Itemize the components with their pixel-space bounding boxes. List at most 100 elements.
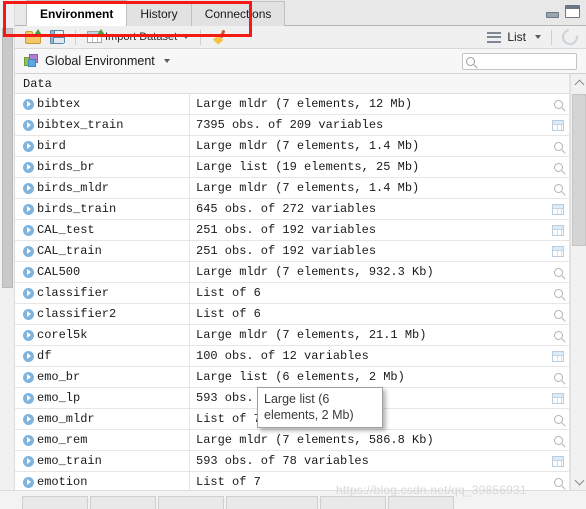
- expand-arrow-icon[interactable]: [23, 161, 34, 173]
- chevron-down-icon: [574, 475, 584, 485]
- table-row[interactable]: CAL500 Large mldr (7 elements, 932.3 Kb): [15, 261, 569, 283]
- expand-arrow-icon[interactable]: [23, 182, 34, 194]
- bottom-tab-5[interactable]: [320, 496, 386, 509]
- load-workspace-button[interactable]: [23, 28, 43, 45]
- inspect-magnifier-icon[interactable]: [553, 309, 563, 319]
- view-table-icon[interactable]: [552, 203, 564, 215]
- grid-scrollbar-thumb[interactable]: [572, 94, 586, 246]
- inspect-magnifier-icon[interactable]: [553, 99, 563, 109]
- row-action-cell: [547, 430, 569, 451]
- table-row[interactable]: classifier List of 6: [15, 282, 569, 304]
- inspect-magnifier-icon[interactable]: [553, 183, 563, 193]
- refresh-icon[interactable]: [558, 25, 582, 49]
- tab-environment-label: Environment: [40, 6, 114, 21]
- global-environment-selector[interactable]: Global Environment: [15, 54, 170, 68]
- expand-arrow-icon[interactable]: [23, 350, 34, 362]
- row-name-cell: bird: [15, 135, 190, 157]
- search-box[interactable]: [462, 52, 577, 70]
- inspect-magnifier-icon[interactable]: [553, 477, 563, 487]
- row-name-cell: CAL_test: [15, 219, 190, 241]
- expand-arrow-icon[interactable]: [23, 98, 34, 110]
- expand-arrow-icon[interactable]: [23, 455, 34, 467]
- expand-arrow-icon[interactable]: [23, 203, 34, 215]
- table-row[interactable]: birds_br Large list (19 elements, 25 Mb): [15, 156, 569, 178]
- table-row[interactable]: CAL_test 251 obs. of 192 variables: [15, 219, 569, 241]
- clear-workspace-button[interactable]: [210, 29, 230, 45]
- import-dataset-button[interactable]: Import Dataset: [85, 29, 191, 44]
- bottom-tab-1[interactable]: [22, 496, 88, 509]
- toolbar-separator-2: [200, 29, 202, 45]
- inspect-magnifier-icon[interactable]: [553, 267, 563, 277]
- bottom-tab-3[interactable]: [158, 496, 224, 509]
- view-mode-label[interactable]: List: [507, 30, 526, 44]
- table-row[interactable]: emotion List of 7: [15, 471, 569, 490]
- table-row[interactable]: emo_br Large list (6 elements, 2 Mb): [15, 366, 569, 388]
- minimize-button[interactable]: [546, 12, 559, 18]
- table-row[interactable]: birds_mldr Large mldr (7 elements, 1.4 Mb…: [15, 177, 569, 199]
- table-row[interactable]: bird Large mldr (7 elements, 1.4 Mb): [15, 135, 569, 157]
- expand-arrow-icon[interactable]: [23, 476, 34, 488]
- view-mode-chevron-down-icon[interactable]: [535, 35, 541, 39]
- view-table-icon[interactable]: [552, 224, 564, 236]
- table-row[interactable]: birds_train 645 obs. of 272 variables: [15, 198, 569, 220]
- inspect-magnifier-icon[interactable]: [553, 162, 563, 172]
- tab-history[interactable]: History: [127, 1, 192, 26]
- table-row[interactable]: bibtex Large mldr (7 elements, 12 Mb): [15, 93, 569, 115]
- table-row[interactable]: classifier2 List of 6: [15, 303, 569, 325]
- expand-arrow-icon[interactable]: [23, 266, 34, 278]
- row-name-cell: classifier2: [15, 303, 190, 325]
- view-table-icon[interactable]: [552, 119, 564, 131]
- expand-arrow-icon[interactable]: [23, 287, 34, 299]
- row-name-cell: emo_rem: [15, 429, 190, 451]
- scroll-up-button[interactable]: [571, 74, 586, 91]
- object-description: Large mldr (7 elements, 21.1 Mb): [196, 327, 427, 342]
- expand-arrow-icon[interactable]: [23, 119, 34, 131]
- row-name-cell: corel5k: [15, 324, 190, 346]
- inspect-magnifier-icon[interactable]: [553, 141, 563, 151]
- table-row[interactable]: emo_rem Large mldr (7 elements, 586.8 Kb): [15, 429, 569, 451]
- view-table-icon[interactable]: [552, 245, 564, 257]
- row-action-cell: [547, 157, 569, 178]
- scroll-down-button[interactable]: [571, 473, 586, 490]
- view-table-icon[interactable]: [552, 392, 564, 404]
- object-description: Large list (6 elements, 2 Mb): [196, 369, 405, 384]
- view-table-icon[interactable]: [552, 350, 564, 362]
- expand-arrow-icon[interactable]: [23, 413, 34, 425]
- row-name-cell: birds_br: [15, 156, 190, 178]
- inspect-magnifier-icon[interactable]: [553, 330, 563, 340]
- row-action-cell: [547, 262, 569, 283]
- save-workspace-button[interactable]: [48, 29, 66, 45]
- table-row[interactable]: df 100 obs. of 12 variables: [15, 345, 569, 367]
- table-import-icon: [87, 29, 105, 43]
- table-row[interactable]: emo_train 593 obs. of 78 variables: [15, 450, 569, 472]
- table-row[interactable]: CAL_train 251 obs. of 192 variables: [15, 240, 569, 262]
- inspect-magnifier-icon[interactable]: [553, 372, 563, 382]
- expand-arrow-icon[interactable]: [23, 140, 34, 152]
- inspect-magnifier-icon[interactable]: [553, 288, 563, 298]
- object-name: classifier: [37, 286, 110, 300]
- expand-arrow-icon[interactable]: [23, 245, 34, 257]
- expand-arrow-icon[interactable]: [23, 224, 34, 236]
- expand-arrow-icon[interactable]: [23, 434, 34, 446]
- tab-environment[interactable]: Environment: [26, 0, 128, 26]
- table-row[interactable]: corel5k Large mldr (7 elements, 21.1 Mb): [15, 324, 569, 346]
- grid-vertical-scrollbar[interactable]: [570, 74, 586, 490]
- view-table-icon[interactable]: [552, 455, 564, 467]
- inspect-magnifier-icon[interactable]: [553, 435, 563, 445]
- expand-arrow-icon[interactable]: [23, 392, 34, 404]
- tab-connections[interactable]: Connections: [191, 1, 286, 26]
- object-description: Large mldr (7 elements, 932.3 Kb): [196, 264, 434, 279]
- expand-arrow-icon[interactable]: [23, 329, 34, 341]
- maximize-button[interactable]: [565, 5, 580, 18]
- expand-arrow-icon[interactable]: [23, 371, 34, 383]
- bottom-tab-6[interactable]: [388, 496, 454, 509]
- bottom-tab-4[interactable]: [226, 496, 318, 509]
- inspect-magnifier-icon[interactable]: [553, 414, 563, 424]
- table-row[interactable]: bibtex_train 7395 obs. of 209 variables: [15, 114, 569, 136]
- outer-scrollbar-thumb[interactable]: [2, 28, 13, 288]
- row-name-cell: birds_train: [15, 198, 190, 220]
- bottom-tab-2[interactable]: [90, 496, 156, 509]
- search-input[interactable]: [478, 54, 570, 68]
- expand-arrow-icon[interactable]: [23, 308, 34, 320]
- outer-vertical-scrollbar[interactable]: [0, 0, 15, 509]
